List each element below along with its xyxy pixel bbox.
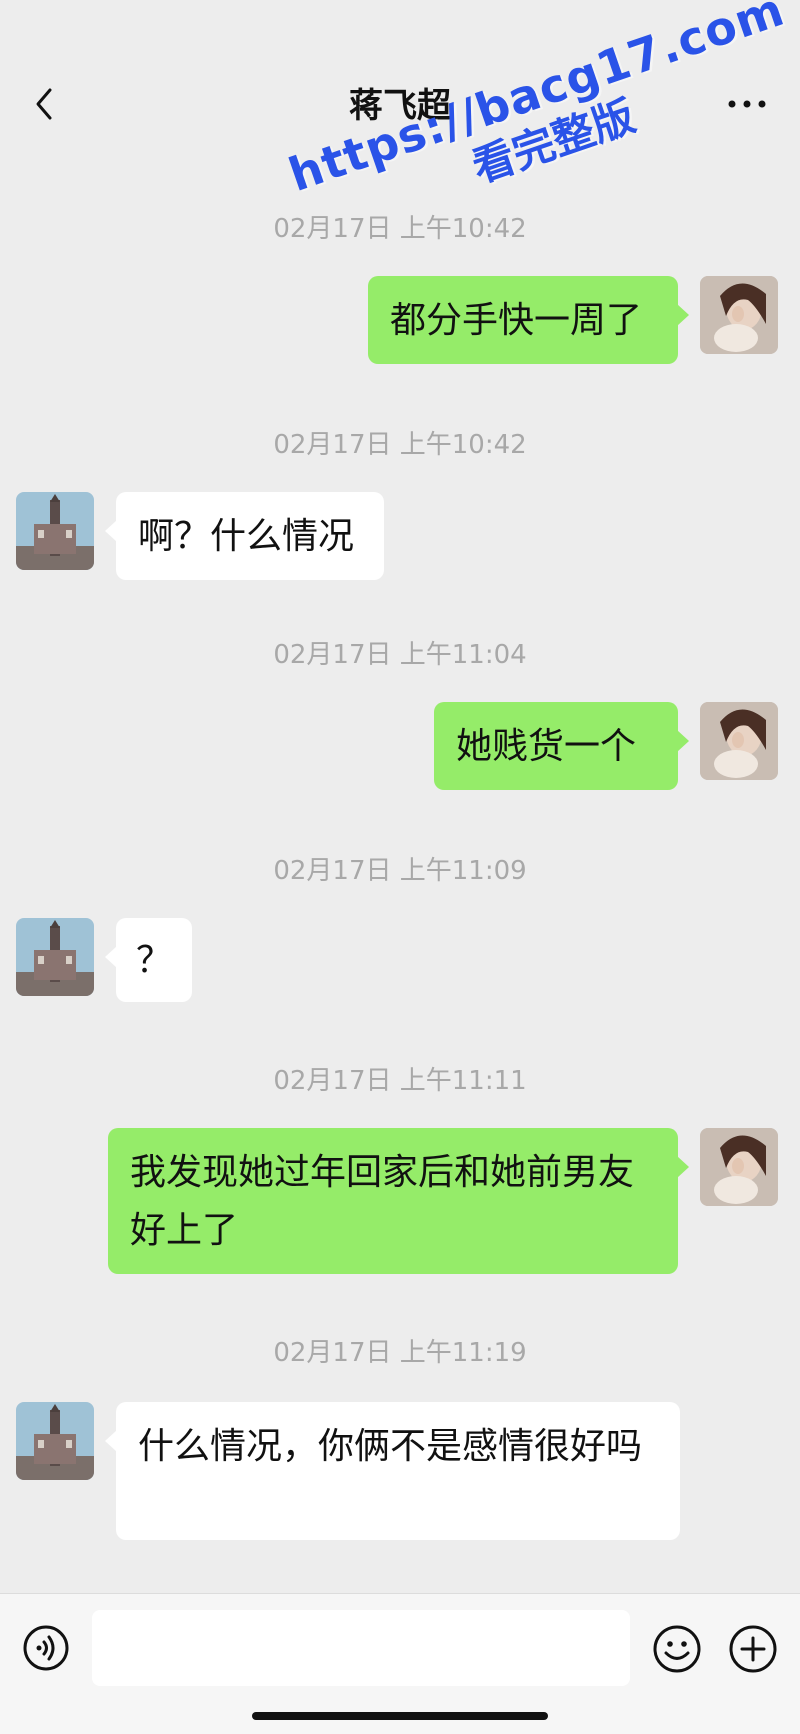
more-dots-icon: [728, 100, 766, 108]
timestamp: 02月17日 上午11:09: [273, 856, 527, 886]
emoji-icon: [653, 1625, 701, 1673]
input-bar: [0, 1593, 800, 1734]
emoji-button[interactable]: [652, 1624, 702, 1674]
voice-icon: [23, 1625, 69, 1671]
timestamp: 02月17日 上午10:42: [273, 430, 527, 460]
voice-button[interactable]: [22, 1624, 70, 1672]
outgoing-message-bubble[interactable]: 都分手快一周了: [368, 276, 689, 364]
incoming-message-bubble[interactable]: ？: [105, 918, 192, 1002]
more-actions-button[interactable]: [728, 1624, 778, 1674]
outgoing-message-bubble[interactable]: 她贱货一个: [434, 702, 689, 790]
incoming-message-bubble[interactable]: 什么情况，你俩不是感情很好吗: [105, 1402, 680, 1540]
timestamp: 02月17日 上午11:11: [273, 1066, 527, 1096]
portrait-avatar-image: [700, 702, 778, 780]
chat-title: 蒋飞超: [349, 86, 451, 126]
incoming-message-bubble[interactable]: 啊？什么情况: [105, 492, 384, 580]
my-avatar[interactable]: [700, 276, 778, 354]
message-input[interactable]: [92, 1610, 630, 1686]
portrait-avatar-image: [700, 276, 778, 354]
building-avatar-image: [16, 918, 94, 996]
home-indicator: [252, 1712, 548, 1720]
my-avatar[interactable]: [700, 702, 778, 780]
timestamp: 02月17日 上午10:42: [273, 214, 527, 244]
timestamp: 02月17日 上午11:19: [273, 1338, 527, 1368]
outgoing-message-bubble[interactable]: 我发现她过年回家后和她前男友好上了: [108, 1128, 689, 1274]
timestamp: 02月17日 上午11:04: [273, 640, 527, 670]
plus-icon: [729, 1625, 777, 1673]
chat-header: 蒋飞超: [0, 0, 800, 200]
more-button[interactable]: [724, 90, 770, 118]
contact-avatar[interactable]: [16, 918, 94, 996]
portrait-avatar-image: [700, 1128, 778, 1206]
contact-avatar[interactable]: [16, 1402, 94, 1480]
contact-avatar[interactable]: [16, 492, 94, 570]
my-avatar[interactable]: [700, 1128, 778, 1206]
building-avatar-image: [16, 1402, 94, 1480]
building-avatar-image: [16, 492, 94, 570]
